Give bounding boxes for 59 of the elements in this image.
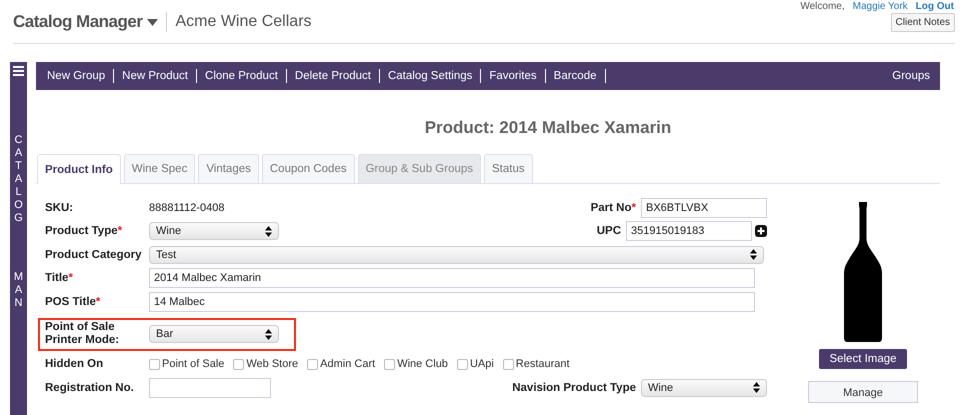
sort-arrows-icon	[753, 382, 760, 394]
user-link[interactable]: Maggie York	[852, 1, 908, 12]
product-category-select[interactable]: Test	[149, 246, 764, 264]
toolbar-link[interactable]: Groups	[884, 69, 940, 83]
caret-icon[interactable]	[147, 18, 158, 26]
field-label: Title*	[45, 272, 74, 284]
field-label: Product Category	[45, 248, 142, 261]
part-no-field[interactable]: BX6BTLVBX	[641, 198, 767, 218]
sidebar-label: CATALOG	[13, 134, 24, 225]
toolbar-link[interactable]: New Product	[114, 69, 198, 83]
toolbar-link[interactable]: Delete Product	[286, 69, 380, 83]
field-label: Registration No.	[45, 382, 135, 394]
checkbox-option[interactable]: Web Store	[233, 358, 298, 370]
field-label: POS Title*	[45, 296, 102, 308]
toolbar-link[interactable]: New Group	[39, 69, 114, 83]
toolbar-link[interactable]: Clone Product	[197, 69, 287, 83]
tab[interactable]: Vintages	[198, 154, 259, 183]
checkbox-option[interactable]: Restaurant	[502, 358, 570, 370]
bottle-icon	[843, 202, 883, 342]
plus-icon[interactable]	[755, 225, 767, 238]
logout-link[interactable]: Log Out	[916, 1, 954, 12]
sort-arrows-icon	[265, 328, 272, 340]
upc-field[interactable]: 351915019183	[626, 221, 752, 242]
toolbar-link[interactable]: Catalog Settings	[380, 69, 482, 83]
registration-field[interactable]	[149, 378, 271, 398]
product-type-select[interactable]: Wine	[149, 222, 279, 240]
menu-icon[interactable]	[13, 66, 24, 76]
tab[interactable]: Coupon Codes	[262, 154, 355, 183]
title-field[interactable]: 2014 Malbec Xamarin	[149, 268, 755, 288]
field-label: Part No*	[590, 202, 636, 214]
pos-title-field[interactable]: 14 Malbec	[149, 292, 755, 312]
client-notes-button[interactable]: Client Notes	[890, 12, 955, 32]
sidebar-label: MAN	[13, 270, 24, 310]
sku-value: 88881112-0408	[149, 202, 224, 214]
select-image-button[interactable]: Select Image	[819, 349, 907, 369]
field-label: Hidden On	[45, 358, 104, 370]
store-name: Acme Wine Cellars	[175, 13, 312, 31]
page-title: Product: 2014 Malbec Xamarin	[424, 118, 672, 138]
field-label: Point of Sale Printer Mode:	[45, 321, 120, 347]
tab[interactable]: Status	[484, 154, 533, 183]
toolbar-link[interactable]: Favorites	[481, 69, 546, 83]
field-label: SKU:	[45, 202, 74, 214]
tab[interactable]: Product Info	[37, 154, 121, 184]
field-label: Product Type*	[45, 225, 124, 238]
printer-mode-select[interactable]: Bar	[149, 325, 279, 343]
checkbox-option[interactable]: Admin Cart	[307, 358, 376, 370]
checkbox-option[interactable]: UApi	[456, 358, 494, 370]
tab[interactable]: Wine Spec	[124, 154, 196, 183]
app-title[interactable]: Catalog Manager	[13, 12, 142, 32]
sort-arrows-icon	[750, 249, 757, 260]
navision-type-select[interactable]: Wine	[641, 378, 767, 397]
checkbox-option[interactable]: Point of Sale	[149, 358, 224, 370]
sort-arrows-icon	[265, 226, 272, 237]
toolbar-link[interactable]: Barcode	[546, 69, 606, 83]
field-label: Navision Product Type	[512, 382, 636, 394]
welcome-text: Welcome,	[800, 1, 845, 12]
checkbox-option[interactable]: Wine Club	[384, 358, 448, 370]
field-label: UPC	[596, 225, 621, 238]
manage-button[interactable]: Manage	[808, 381, 918, 403]
